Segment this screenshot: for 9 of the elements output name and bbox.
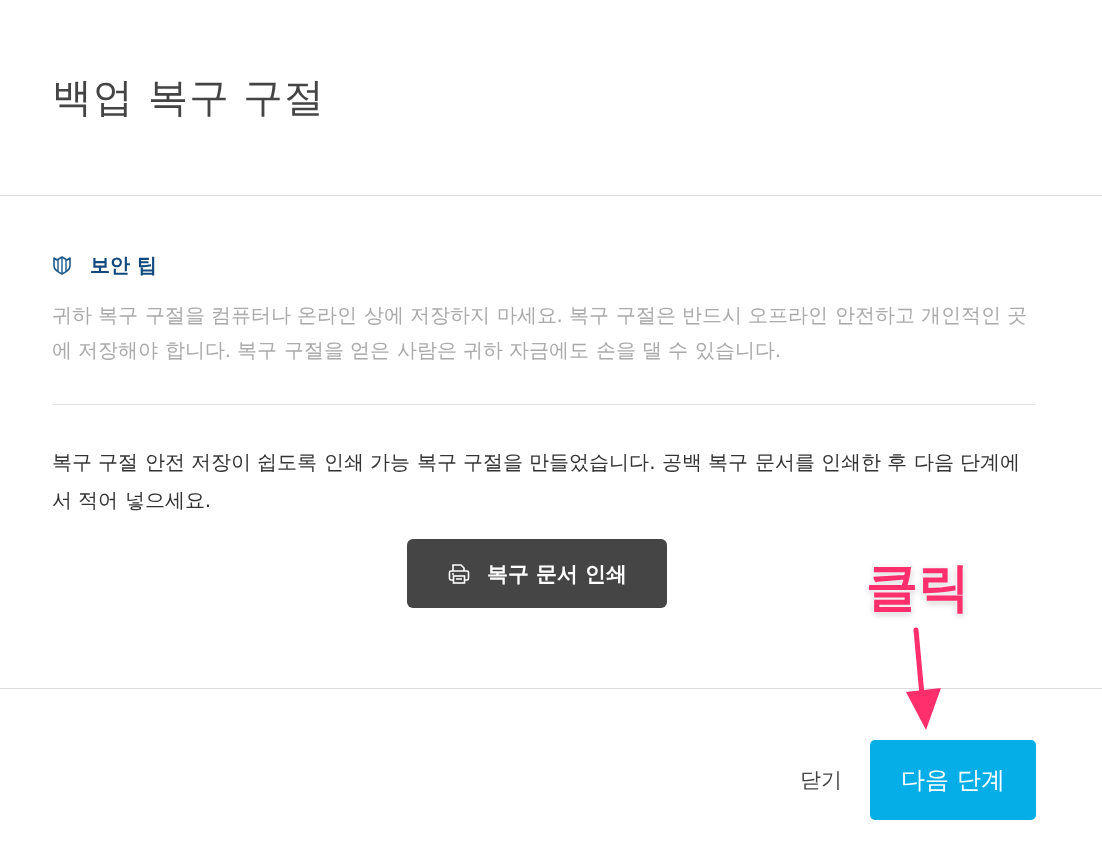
dialog-title: 백업 복구 구절 <box>52 73 326 122</box>
printer-icon <box>446 561 471 586</box>
tip-text: 귀하 복구 구절을 컴퓨터나 온라인 상에 저장하지 마세요. 복구 구절은 반드시 오프라인 안전하고 개인적인 곳에 저장해야 합니다. 복구 구절을 얻은 사람은 귀하 자금에도 손을 댈 수 있습니다. <box>52 302 1029 364</box>
close-button[interactable]: 닫기 <box>800 766 842 794</box>
shield-icon <box>52 255 72 275</box>
annotation-label: 클릭 <box>866 556 970 619</box>
description-text: 복구 구절 안전 저장이 쉽도록 인쇄 가능 복구 구절을 만들었습니다. 공백 복구 문서를 인쇄한 후 다음 단계에서 적어 넣으세요. <box>52 449 1022 514</box>
print-button[interactable]: 복구 문서 인쇄 <box>407 539 667 608</box>
tip-title: 보안 팁 <box>90 251 157 279</box>
